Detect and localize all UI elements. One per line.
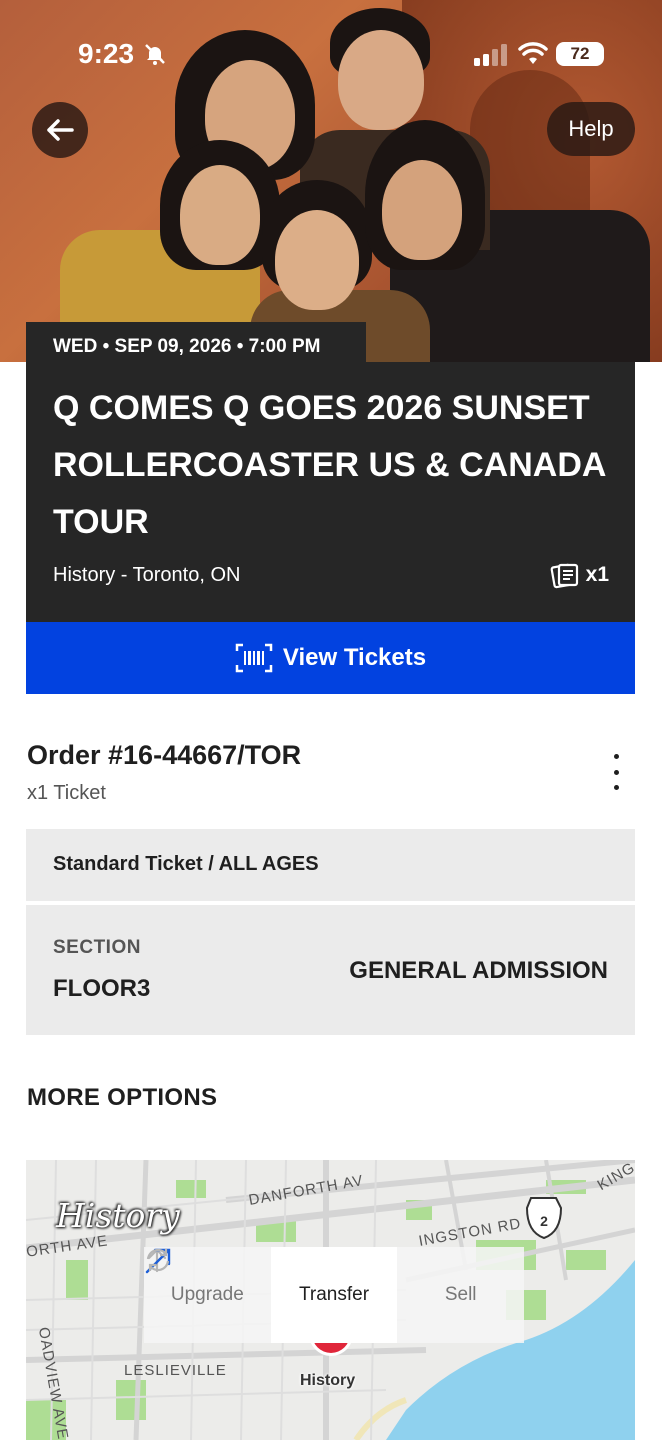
wifi-icon xyxy=(518,42,548,64)
section-value: FLOOR3 xyxy=(53,975,151,1002)
map-area-label: LESLIEVILLE xyxy=(124,1362,227,1379)
transfer-button[interactable]: Transfer xyxy=(145,1247,398,1343)
tickets-icon xyxy=(550,563,578,589)
ticket-type-row: Standard Ticket / ALL AGES xyxy=(26,829,635,901)
more-options-heading: MORE OPTIONS xyxy=(27,1084,218,1111)
transfer-label: Transfer xyxy=(298,1284,370,1305)
refresh-icon xyxy=(146,1248,170,1272)
section-label: SECTION xyxy=(53,937,141,958)
map-pin-label: History xyxy=(300,1372,356,1389)
hero-face xyxy=(275,210,359,310)
status-time: 9:23 xyxy=(78,38,135,69)
ticket-count-value: x1 xyxy=(585,563,609,586)
ticket-actions: Upgrade Transfer Sell xyxy=(144,1247,525,1343)
bell-muted-icon xyxy=(145,44,165,65)
order-title: Order #16-44667/TOR xyxy=(27,740,302,770)
event-date-tab: WED • SEP 09, 2026 • 7:00 PM xyxy=(26,322,366,372)
battery-indicator: 72 xyxy=(556,42,604,66)
ticket-count: x1 xyxy=(550,560,609,590)
event-title: Q COMES Q GOES 2026 SUNSET ROLLERCOASTER… xyxy=(53,389,606,541)
view-tickets-label: View Tickets xyxy=(282,644,427,671)
barcode-icon xyxy=(235,643,273,673)
back-button[interactable] xyxy=(32,102,88,158)
help-button[interactable]: Help xyxy=(547,102,635,156)
upgrade-label: Upgrade xyxy=(170,1284,244,1305)
hero-face xyxy=(180,165,260,265)
route-badge: 2 xyxy=(540,1213,548,1229)
more-menu-icon[interactable] xyxy=(604,754,628,790)
order-ticket-count: x1 Ticket xyxy=(27,782,106,804)
event-date: WED • SEP 09, 2026 • 7:00 PM xyxy=(53,336,321,357)
event-venue: History - Toronto, ON xyxy=(53,564,241,586)
venue-map[interactable]: 2 DANFORTH AV ORTH AVE INGSTON RD KING L… xyxy=(26,1160,635,1440)
status-bar: 9:23 72 xyxy=(0,0,662,108)
ticket-type: Standard Ticket / ALL AGES xyxy=(53,853,319,875)
sell-label: Sell xyxy=(444,1284,477,1305)
cellular-signal-icon xyxy=(474,44,507,66)
admission-type: GENERAL ADMISSION xyxy=(349,957,608,984)
arrow-left-icon xyxy=(47,119,74,141)
view-tickets-button[interactable]: View Tickets xyxy=(26,622,635,694)
section-info: SECTION FLOOR3 GENERAL ADMISSION xyxy=(26,905,635,1035)
event-card: Q COMES Q GOES 2026 SUNSET ROLLERCOASTER… xyxy=(26,362,635,622)
map-venue-name: History xyxy=(56,1196,180,1235)
hero-face xyxy=(382,160,462,260)
sell-button[interactable]: Sell xyxy=(146,1247,525,1343)
